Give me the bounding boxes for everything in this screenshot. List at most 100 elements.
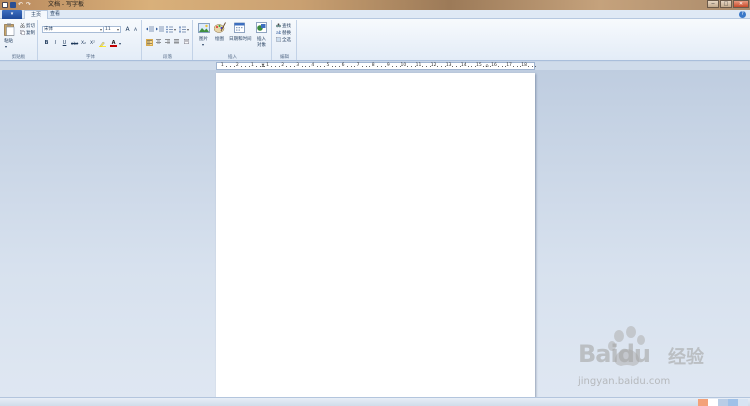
ruler-tick — [497, 66, 499, 67]
bullet-list-icon[interactable]: ▾ — [166, 26, 176, 35]
window-controls: ─ □ ✕ — [706, 0, 749, 9]
tab-view[interactable]: 查看 — [44, 10, 66, 19]
ruler-number: 2 — [235, 63, 239, 68]
zoom-level[interactable] — [738, 399, 748, 406]
font-size-select[interactable]: 11 ▾ — [103, 26, 121, 33]
paragraph-settings-icon[interactable] — [183, 39, 190, 46]
watermark-cn: 经验 — [668, 347, 704, 368]
zoom-slider[interactable] — [708, 399, 718, 406]
undo-icon[interactable]: ↶ — [18, 2, 24, 8]
paragraph-group: ▾ ▾ 段落 — [143, 20, 193, 60]
zoom-in-icon[interactable] — [728, 399, 738, 406]
ruler-number: 1 — [220, 63, 224, 68]
copy-button[interactable]: 复制 — [26, 30, 35, 36]
watermark-url: jingyan.baidu.com — [578, 376, 671, 387]
underline-button[interactable]: U — [61, 40, 68, 47]
justify-button[interactable] — [173, 39, 180, 46]
find-button[interactable]: 查找 — [282, 23, 291, 29]
window-title: 文档 - 写字板 — [48, 1, 84, 8]
insert-object-icon[interactable] — [256, 22, 267, 35]
ruler-number: 16 — [491, 63, 497, 68]
ruler-number: 12 — [430, 63, 437, 68]
ruler-tick — [248, 66, 250, 67]
ruler-tick — [452, 66, 454, 67]
align-left-button[interactable] — [146, 39, 153, 46]
grow-font-button[interactable]: A — [124, 26, 131, 33]
bold-button[interactable]: B — [43, 40, 50, 47]
minimize-button[interactable]: ─ — [707, 0, 719, 8]
ruler-tick — [407, 66, 409, 67]
shrink-font-button[interactable]: A — [132, 27, 139, 34]
paste-icon[interactable] — [4, 23, 15, 38]
ruler-number: 8 — [371, 63, 375, 68]
paste-dropdown-icon[interactable]: ▾ — [5, 44, 7, 49]
ruler-tick — [535, 66, 537, 67]
superscript-button[interactable]: X² — [89, 40, 96, 47]
redo-icon[interactable]: ↷ — [26, 2, 32, 8]
chevron-down-icon[interactable]: ▾ — [119, 41, 121, 46]
replace-icon[interactable]: ab — [276, 30, 282, 37]
help-icon[interactable]: ? — [739, 11, 746, 18]
calendar-icon[interactable] — [234, 22, 245, 35]
cut-button[interactable]: 剪切 — [26, 23, 35, 29]
find-icon[interactable] — [276, 23, 281, 30]
font-group-label: 字体 — [86, 55, 95, 60]
ruler-tick — [422, 66, 424, 67]
font-size-value: 11 — [105, 27, 111, 32]
strikethrough-button[interactable]: abc — [71, 40, 78, 47]
font-family-select[interactable]: 宋体 ▾ — [42, 26, 104, 33]
file-menu-button[interactable]: ▾ — [2, 10, 22, 19]
ruler-tick — [271, 66, 273, 67]
chevron-down-icon[interactable]: ▾ — [202, 42, 204, 47]
cut-icon[interactable] — [20, 22, 25, 30]
ruler-tick — [369, 66, 371, 67]
align-right-button[interactable] — [164, 39, 171, 46]
chevron-down-icon: ▾ — [116, 27, 119, 32]
paint-button[interactable]: 绘图 — [215, 36, 224, 42]
save-icon[interactable] — [10, 2, 16, 8]
picture-icon[interactable] — [198, 23, 210, 35]
ruler-tick — [471, 66, 473, 67]
select-all-button[interactable]: 全选 — [282, 37, 291, 43]
ruler-tick — [376, 66, 378, 67]
align-center-button[interactable] — [155, 39, 162, 46]
ruler-number: 9 — [386, 63, 390, 68]
ruler-tick — [305, 66, 307, 67]
datetime-button[interactable]: 日期和时间 — [229, 36, 252, 42]
line-spacing-icon[interactable]: ▾ — [179, 26, 189, 35]
ruler-tick — [467, 66, 469, 67]
close-button[interactable]: ✕ — [733, 0, 749, 8]
subscript-button[interactable]: X₂ — [80, 40, 87, 47]
italic-button[interactable]: I — [52, 40, 59, 47]
insert-object-label-2[interactable]: 对象 — [257, 42, 266, 48]
ruler-number: 11 — [415, 63, 422, 68]
horizontal-ruler[interactable]: 1 2 1 1 2 3 4 5 6 7 8 9 10 11 12 13 14 15 16 17 18 ⧗ ⌂ — [216, 62, 537, 70]
app-menu-icon[interactable] — [2, 2, 8, 8]
ruler-tick — [275, 66, 277, 67]
ruler-number: 18 — [521, 63, 528, 68]
zoom-slider-track[interactable] — [718, 399, 728, 406]
ruler-tick — [426, 66, 428, 67]
copy-icon[interactable] — [20, 30, 25, 37]
document-page[interactable] — [216, 73, 535, 398]
highlighter-icon[interactable] — [99, 41, 107, 49]
quick-access-toolbar: ↶ ↷ — [0, 0, 32, 10]
ruler-tick — [501, 66, 503, 67]
replace-button[interactable]: 替换 — [282, 30, 291, 36]
right-indent-marker[interactable]: ⌂ — [485, 63, 488, 69]
clipboard-group-label: 剪贴板 — [11, 55, 26, 60]
select-all-icon[interactable] — [276, 37, 281, 44]
paint-icon[interactable] — [213, 22, 226, 35]
font-color-button[interactable]: A — [110, 40, 117, 47]
ruler-tick — [437, 66, 439, 67]
ruler-number: 6 — [341, 63, 345, 68]
ruler-tick — [527, 66, 529, 67]
maximize-button[interactable]: □ — [720, 0, 732, 8]
ruler-number: 7 — [356, 63, 360, 68]
increase-indent-icon[interactable] — [156, 26, 164, 35]
ruler-number: 15 — [476, 63, 482, 68]
ruler-tick — [395, 66, 397, 67]
left-indent-marker[interactable]: ⧗ — [261, 63, 265, 69]
decrease-indent-icon[interactable] — [146, 26, 154, 35]
zoom-out-icon[interactable] — [698, 399, 708, 406]
